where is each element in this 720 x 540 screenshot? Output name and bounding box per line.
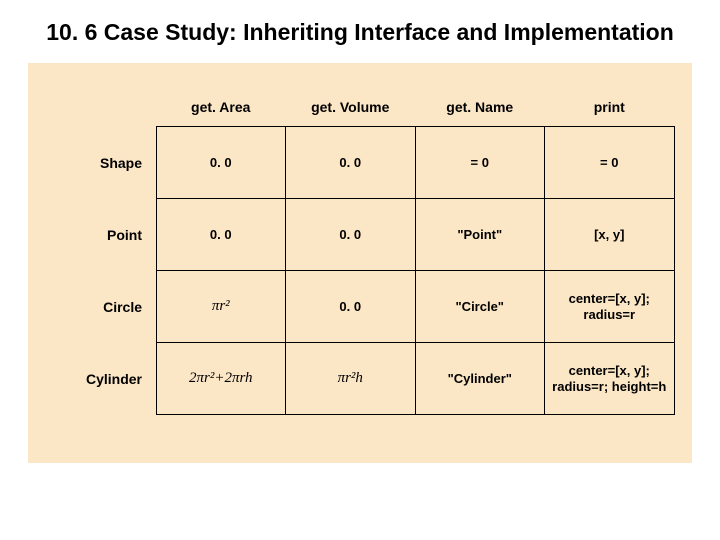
row-label-circle: Circle xyxy=(46,299,156,315)
cell-point-name: "Point" xyxy=(415,198,546,271)
cell-point-area: 0. 0 xyxy=(156,198,287,271)
cell-shape-print: = 0 xyxy=(544,126,675,199)
cell-circle-print: center=[x, y]; radius=r xyxy=(544,270,675,343)
cell-cylinder-area: 2πr²+2πrh xyxy=(156,342,287,415)
col-header-getvolume: get. Volume xyxy=(286,99,416,115)
cell-cylinder-print: center=[x, y]; radius=r; height=h xyxy=(544,342,675,415)
cell-shape-volume: 0. 0 xyxy=(285,126,416,199)
row-label-point: Point xyxy=(46,227,156,243)
col-header-print: print xyxy=(545,99,675,115)
corner-cell xyxy=(46,87,156,127)
cell-cylinder-volume: πr²h xyxy=(285,342,416,415)
cell-circle-volume: 0. 0 xyxy=(285,270,416,343)
inheritance-table: get. Area get. Volume get. Name print Sh… xyxy=(46,87,674,415)
cell-shape-area: 0. 0 xyxy=(156,126,287,199)
row-label-shape: Shape xyxy=(46,155,156,171)
cell-cylinder-name: "Cylinder" xyxy=(415,342,546,415)
cell-circle-name: "Circle" xyxy=(415,270,546,343)
row-label-cylinder: Cylinder xyxy=(46,371,156,387)
cell-shape-name: = 0 xyxy=(415,126,546,199)
slide-title: 10. 6 Case Study: Inheriting Interface a… xyxy=(0,0,720,57)
cell-circle-area: πr² xyxy=(156,270,287,343)
cell-point-volume: 0. 0 xyxy=(285,198,416,271)
col-header-getarea: get. Area xyxy=(156,99,286,115)
cell-point-print: [x, y] xyxy=(544,198,675,271)
content-panel: get. Area get. Volume get. Name print Sh… xyxy=(28,63,692,463)
col-header-getname: get. Name xyxy=(415,99,545,115)
